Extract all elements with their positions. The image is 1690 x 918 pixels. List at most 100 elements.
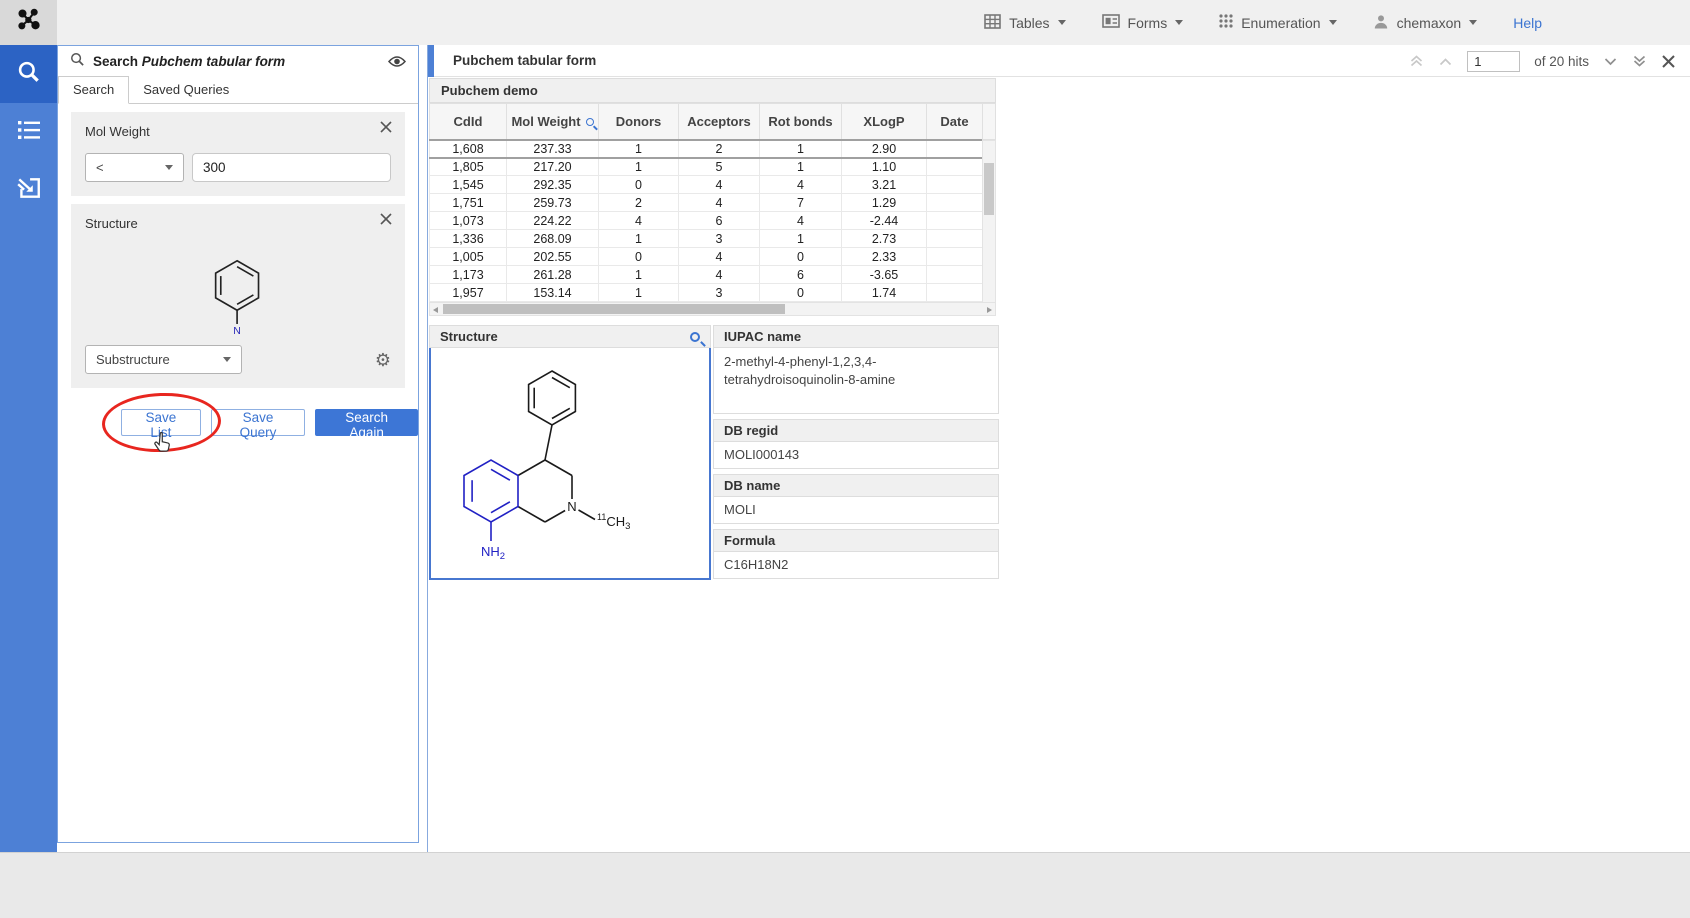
column-header[interactable]: CdId xyxy=(430,104,507,140)
table-row[interactable]: 1,608237.331212.90 xyxy=(430,140,983,158)
search-title-prefix: Search xyxy=(93,54,138,69)
table-cell: 6 xyxy=(760,266,842,284)
table-cell: 1,005 xyxy=(430,248,507,266)
table-cell: 2 xyxy=(679,140,760,158)
last-hit-button[interactable] xyxy=(1632,54,1647,68)
query-structure-canvas[interactable]: N xyxy=(85,241,391,341)
search-again-button[interactable]: Search Again xyxy=(315,409,418,436)
table-cell: 1 xyxy=(599,230,679,248)
chevron-down-icon xyxy=(1469,20,1477,25)
table-row[interactable]: 1,957153.141301.74 xyxy=(430,284,983,302)
menu-tables[interactable]: Tables xyxy=(984,14,1065,32)
close-icon[interactable] xyxy=(1661,54,1676,69)
hit-number-input[interactable] xyxy=(1467,51,1520,72)
remove-filter-icon[interactable] xyxy=(379,120,395,136)
structure-search-icon[interactable] xyxy=(690,332,700,342)
field-value-db-regid[interactable]: MOLI000143 xyxy=(713,442,999,469)
table-cell: 153.14 xyxy=(507,284,599,302)
table-cell: 4 xyxy=(679,194,760,212)
menu-user[interactable]: chemaxon xyxy=(1373,14,1478,32)
search-type-select[interactable]: Substructure xyxy=(85,345,242,374)
amine-group-label: NH2 xyxy=(481,544,505,562)
results-grid: Pubchem demo CdIdMol WeightDonorsAccepto… xyxy=(429,78,996,316)
table-row[interactable]: 1,545292.350443.21 xyxy=(430,176,983,194)
menu-enumeration[interactable]: Enumeration xyxy=(1219,14,1336,31)
horizontal-scrollbar[interactable] xyxy=(429,302,996,316)
column-header[interactable]: XLogP xyxy=(842,104,927,140)
main-panel-header: Pubchem tabular form of 20 hits xyxy=(428,45,1690,77)
table-cell: 261.28 xyxy=(507,266,599,284)
tab-search[interactable]: Search xyxy=(58,76,129,104)
column-header[interactable]: Donors xyxy=(599,104,679,140)
table-row[interactable]: 1,073224.22464-2.44 xyxy=(430,212,983,230)
topbar: Tables Forms Enumeration chemaxon Help xyxy=(0,0,1690,45)
table-cell: 0 xyxy=(760,284,842,302)
sidebar xyxy=(0,45,57,852)
table-cell: 2.33 xyxy=(842,248,927,266)
column-header[interactable]: Mol Weight xyxy=(507,104,599,140)
vertical-scrollbar-thumb[interactable] xyxy=(984,163,994,215)
ring-nitrogen-label: N xyxy=(567,499,576,514)
scroll-left-icon[interactable] xyxy=(433,307,438,313)
menu-enumeration-label: Enumeration xyxy=(1241,15,1320,31)
hit-structure-drawing: N 11CH3 NH2 xyxy=(431,348,708,576)
enumeration-icon xyxy=(1219,14,1233,31)
hit-structure-canvas[interactable]: N 11CH3 NH2 xyxy=(429,348,711,580)
first-hit-button[interactable] xyxy=(1409,54,1424,68)
gear-icon[interactable] xyxy=(375,351,391,369)
vertical-scrollbar[interactable] xyxy=(982,140,996,307)
table-cell: 4 xyxy=(599,212,679,230)
field-value-db-name[interactable]: MOLI xyxy=(713,497,999,524)
table-cell: 1,173 xyxy=(430,266,507,284)
search-panel: Search Pubchem tabular form Search Saved… xyxy=(57,45,419,843)
table-row[interactable]: 1,805217.201511.10 xyxy=(430,158,983,176)
mol-weight-controls: < xyxy=(85,153,391,182)
previous-hit-button[interactable] xyxy=(1438,57,1453,66)
help-link[interactable]: Help xyxy=(1513,15,1542,31)
table-cell: 1,073 xyxy=(430,212,507,230)
chemaxon-logo[interactable] xyxy=(0,0,57,45)
horizontal-scrollbar-thumb[interactable] xyxy=(443,304,785,314)
table-cell: 4 xyxy=(679,266,760,284)
table-cell: 202.55 xyxy=(507,248,599,266)
table-cell: 1 xyxy=(599,158,679,176)
structure-field: Structure xyxy=(429,325,711,580)
table-cell: 2.90 xyxy=(842,140,927,158)
save-list-button[interactable]: Save List xyxy=(121,409,201,436)
structure-filter-card: Structure N Substructure xyxy=(71,204,405,388)
column-header[interactable]: Acceptors xyxy=(679,104,760,140)
table-cell: 1,608 xyxy=(430,140,507,158)
sidebar-item-export[interactable] xyxy=(0,161,57,219)
scroll-right-icon[interactable] xyxy=(987,307,992,313)
table-cell: 1 xyxy=(760,140,842,158)
column-search-icon[interactable] xyxy=(586,118,594,126)
results-tbody: 1,608237.331212.901,805217.201511.101,54… xyxy=(430,140,983,302)
sidebar-item-lists[interactable] xyxy=(0,103,57,161)
main-panel: Pubchem tabular form of 20 hits Pubchem … xyxy=(427,45,1690,852)
tab-saved-queries[interactable]: Saved Queries xyxy=(129,77,243,103)
column-header[interactable]: Rot bonds xyxy=(760,104,842,140)
field-label: DB regid xyxy=(713,419,999,442)
detail-fields: IUPAC name 2-methyl-4-phenyl-1,2,3,4-tet… xyxy=(713,325,999,579)
save-query-button[interactable]: Save Query xyxy=(211,409,305,436)
topbar-menus: Tables Forms Enumeration chemaxon Help xyxy=(984,0,1542,45)
column-header[interactable]: Date xyxy=(927,104,983,140)
eye-icon[interactable] xyxy=(388,55,406,68)
table-cell: 2.73 xyxy=(842,230,927,248)
mol-weight-value-input[interactable] xyxy=(192,153,391,182)
field-value-iupac-name[interactable]: 2-methyl-4-phenyl-1,2,3,4-tetrahydroisoq… xyxy=(713,348,999,414)
menu-forms-label: Forms xyxy=(1128,15,1168,31)
menu-forms[interactable]: Forms xyxy=(1102,14,1184,31)
next-hit-button[interactable] xyxy=(1603,57,1618,66)
remove-filter-icon[interactable] xyxy=(379,212,395,228)
operator-select[interactable]: < xyxy=(85,153,184,182)
table-row[interactable]: 1,751259.732471.29 xyxy=(430,194,983,212)
table-row[interactable]: 1,173261.28146-3.65 xyxy=(430,266,983,284)
sidebar-item-search[interactable] xyxy=(0,45,57,103)
field-value-formula[interactable]: C16H18N2 xyxy=(713,552,999,579)
table-row[interactable]: 1,336268.091312.73 xyxy=(430,230,983,248)
table-row[interactable]: 1,005202.550402.33 xyxy=(430,248,983,266)
molecule-logo-icon xyxy=(16,7,42,38)
scrollbar-corner xyxy=(982,103,996,140)
table-cell xyxy=(927,230,983,248)
